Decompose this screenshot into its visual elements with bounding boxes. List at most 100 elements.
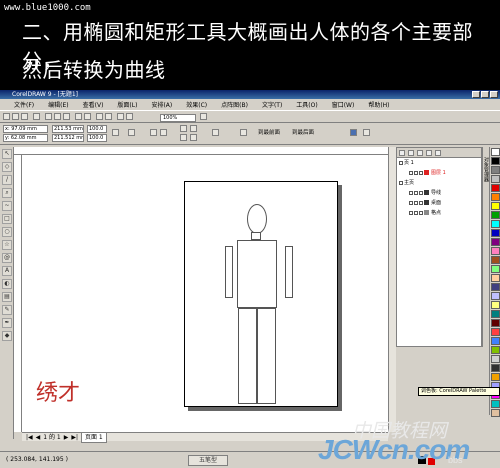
palette-swatch[interactable] [491, 373, 500, 381]
corel-online-icon[interactable] [126, 113, 133, 120]
transparency-tool-icon[interactable]: ▤ [2, 292, 12, 302]
application-launcher-icon[interactable] [117, 113, 124, 120]
print-icon[interactable] [414, 200, 418, 205]
menu-text[interactable]: 文字(T) [262, 100, 282, 109]
rectangle-tool-icon[interactable]: □ [2, 214, 12, 224]
last-page-icon[interactable]: ▶| [71, 433, 78, 442]
undo-icon[interactable] [75, 113, 82, 120]
palette-swatch[interactable] [491, 238, 500, 246]
print-icon[interactable] [33, 113, 40, 120]
ellipse-tool-icon[interactable]: ○ [2, 227, 12, 237]
menu-window[interactable]: 窗口(W) [332, 100, 355, 109]
palette-swatch[interactable] [491, 328, 500, 336]
menu-effects[interactable]: 效果(C) [186, 100, 207, 109]
pick-tool-icon[interactable]: ↖ [2, 149, 12, 159]
export-icon[interactable] [105, 113, 112, 120]
expand-icon[interactable] [399, 160, 403, 165]
palette-swatch[interactable] [491, 247, 500, 255]
minimize-button[interactable] [472, 91, 480, 98]
palette-swatch[interactable] [491, 409, 500, 417]
palette-swatch[interactable] [491, 310, 500, 318]
knife-tool-icon[interactable]: / [2, 175, 12, 185]
freehand-tool-icon[interactable]: ~ [2, 201, 12, 211]
menu-file[interactable]: 文件(F) [14, 100, 34, 109]
layer-row-desktop[interactable]: 桌面 [397, 198, 481, 208]
paste-icon[interactable] [63, 113, 70, 120]
layer-row-guides[interactable]: 导线 [397, 188, 481, 198]
full-screen-icon[interactable] [200, 113, 207, 120]
corner-round-icon-4[interactable] [190, 134, 197, 141]
palette-swatch[interactable] [491, 193, 500, 201]
layer-row-grid[interactable]: 格点 [397, 208, 481, 218]
docker-option-icon-1[interactable] [399, 150, 405, 156]
prev-page-icon[interactable]: ◀ [36, 433, 41, 442]
zoom-tool-icon[interactable]: ⌕ [2, 188, 12, 198]
rotation-icon[interactable] [128, 129, 135, 136]
menu-tools[interactable]: 工具(O) [296, 100, 317, 109]
edit-icon[interactable] [419, 200, 423, 205]
polygon-tool-icon[interactable]: ☆ [2, 240, 12, 250]
left-arm-rectangle[interactable] [225, 246, 233, 298]
palette-swatch[interactable] [491, 166, 500, 174]
eyedropper-tool-icon[interactable]: ✎ [2, 305, 12, 315]
docker-option-icon-3[interactable] [417, 150, 423, 156]
shape-tool-icon[interactable]: ◇ [2, 162, 12, 172]
menu-help[interactable]: 帮助(H) [368, 100, 389, 109]
menu-layout[interactable]: 版面(L) [117, 100, 137, 109]
palette-swatch[interactable] [491, 346, 500, 354]
palette-swatch[interactable] [491, 229, 500, 237]
outline-tool-icon[interactable]: ✒ [2, 318, 12, 328]
height-field[interactable]: 211.512 mm [52, 134, 84, 142]
torso-rectangle[interactable] [237, 240, 277, 308]
layer-row-page[interactable]: 页 1 [397, 158, 481, 168]
open-icon[interactable] [12, 113, 19, 120]
zoom-level-select[interactable]: 100% [160, 114, 196, 122]
right-leg-rectangle[interactable] [257, 308, 276, 404]
palette-swatch[interactable] [491, 355, 500, 363]
mirror-horizontal-icon[interactable] [150, 129, 157, 136]
palette-swatch[interactable] [491, 364, 500, 372]
scale-x-field[interactable]: 100.0 [87, 125, 107, 133]
edit-icon[interactable] [419, 210, 423, 215]
corner-round-icon-3[interactable] [180, 134, 187, 141]
outline-icon[interactable] [350, 129, 357, 136]
layer-row-master[interactable]: 主页 [397, 178, 481, 188]
menu-arrange[interactable]: 安排(A) [151, 100, 172, 109]
palette-swatch[interactable] [491, 283, 500, 291]
left-leg-rectangle[interactable] [238, 308, 257, 404]
palette-swatch[interactable] [491, 202, 500, 210]
palette-swatch[interactable] [491, 400, 500, 408]
first-page-icon[interactable]: |◀ [26, 433, 33, 442]
to-front-button[interactable]: 到最前面 [258, 129, 280, 137]
edit-icon[interactable] [419, 170, 423, 175]
right-arm-rectangle[interactable] [285, 246, 293, 298]
copy-icon[interactable] [54, 113, 61, 120]
eye-icon[interactable] [409, 170, 413, 175]
lock-ratio-icon[interactable] [112, 129, 119, 136]
fill-tool-icon[interactable]: ◆ [2, 331, 12, 341]
palette-swatch[interactable] [491, 175, 500, 183]
input-method-indicator[interactable]: 五笔型 [188, 455, 228, 466]
spiral-tool-icon[interactable]: @ [2, 253, 12, 263]
save-icon[interactable] [21, 113, 28, 120]
palette-swatch[interactable] [491, 265, 500, 273]
expand-icon[interactable] [399, 180, 403, 185]
menu-view[interactable]: 查看(V) [83, 100, 104, 109]
menu-edit[interactable]: 编辑(E) [48, 100, 68, 109]
docker-option-icon-2[interactable] [408, 150, 414, 156]
round-corners-icon[interactable] [212, 129, 219, 136]
redo-icon[interactable] [84, 113, 91, 120]
eye-icon[interactable] [409, 200, 413, 205]
docker-option-icon-4[interactable] [426, 150, 432, 156]
layer-row-layer1[interactable]: 图层 1 [397, 168, 481, 178]
interactive-fill-icon[interactable]: ◐ [2, 279, 12, 289]
head-ellipse[interactable] [247, 204, 267, 234]
palette-swatch[interactable] [491, 301, 500, 309]
scale-y-field[interactable]: 100.0 [87, 134, 107, 142]
corner-round-icon[interactable] [180, 125, 187, 132]
palette-swatch[interactable] [491, 148, 500, 156]
palette-swatch[interactable] [491, 184, 500, 192]
text-tool-icon[interactable]: A [2, 266, 12, 276]
next-page-icon[interactable]: ▶ [64, 433, 69, 442]
vertical-scrollbar[interactable] [388, 147, 396, 432]
